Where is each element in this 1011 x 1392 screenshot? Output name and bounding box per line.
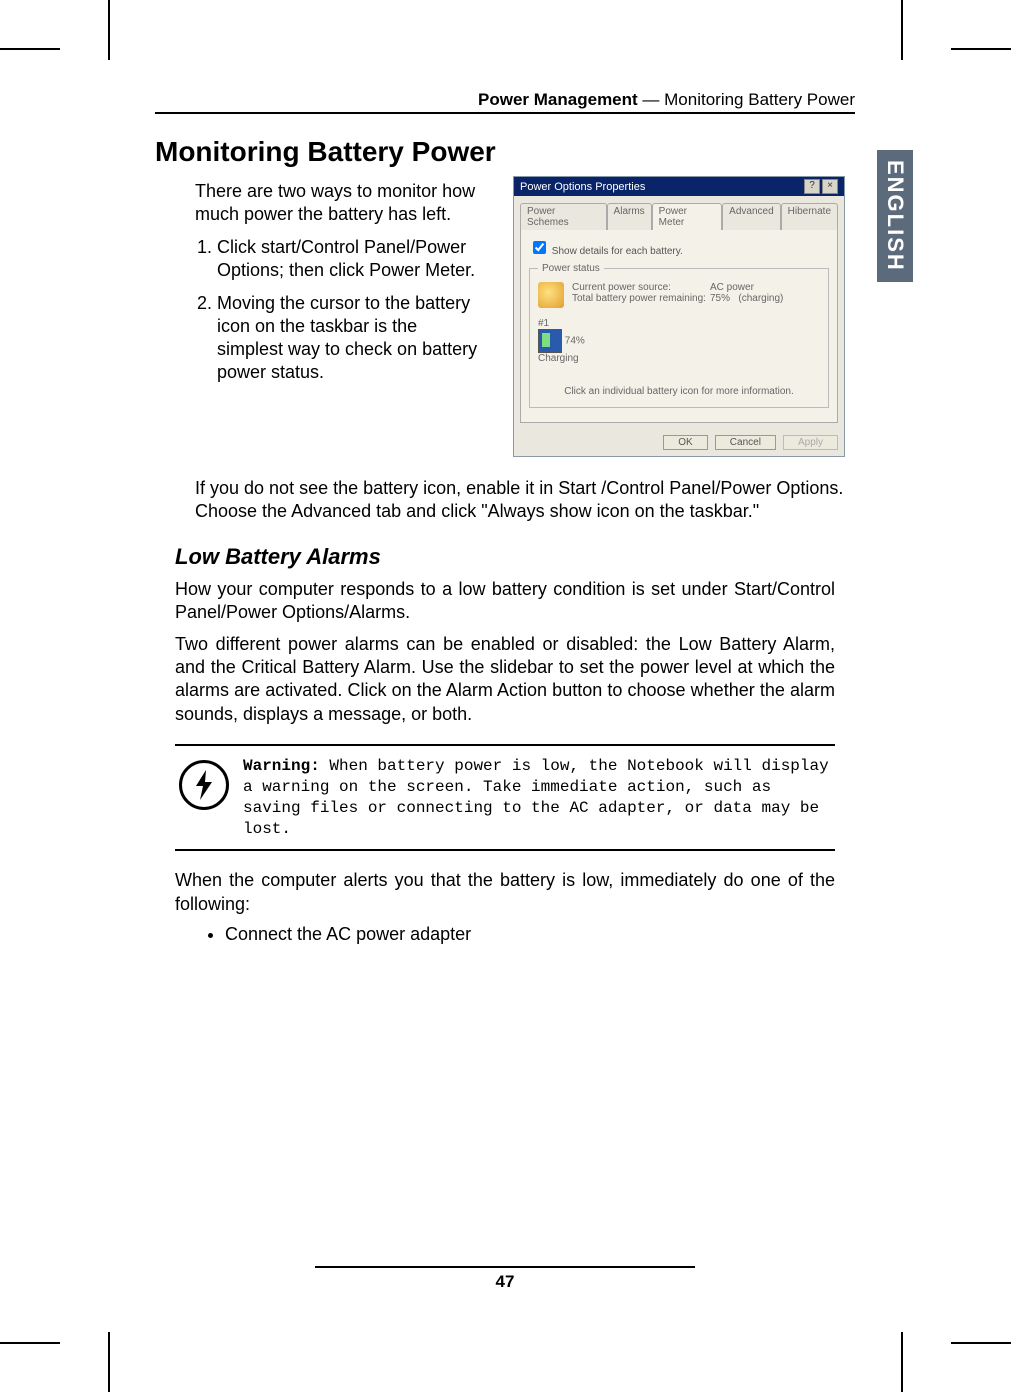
close-icon[interactable]: × (822, 179, 838, 194)
lightning-icon (179, 760, 229, 810)
dialog-body: Show details for each battery. Power sta… (520, 229, 838, 423)
tab-power-schemes[interactable]: Power Schemes (520, 203, 607, 230)
language-tab: ENGLISH (877, 150, 913, 282)
tab-hibernate[interactable]: Hibernate (781, 203, 838, 230)
page-number: 47 (155, 1272, 855, 1292)
step-1: Click start/Control Panel/Power Options;… (217, 236, 485, 282)
step-2: Moving the cursor to the battery icon on… (217, 292, 485, 384)
after-screenshot-note: If you do not see the battery icon, enab… (195, 477, 855, 524)
help-icon[interactable]: ? (804, 179, 820, 194)
show-details-label: Show details for each battery. (552, 246, 683, 257)
power-source-label: Current power source: (572, 282, 671, 293)
apply-button[interactable]: Apply (783, 435, 838, 450)
header-rest: — Monitoring Battery Power (638, 90, 855, 109)
tab-advanced[interactable]: Advanced (722, 203, 780, 230)
battery-percent: 74% (565, 336, 585, 347)
page-header: Power Management — Monitoring Battery Po… (155, 90, 855, 114)
warning-box: Warning: When battery power is low, the … (175, 744, 835, 851)
battery-number: #1 (538, 318, 820, 329)
dialog-title: Power Options Properties (520, 181, 645, 193)
plug-icon (538, 282, 564, 308)
power-source-value: AC power (710, 282, 820, 293)
ok-button[interactable]: OK (663, 435, 707, 450)
paragraph-2: Two different power alarms can be enable… (175, 633, 835, 727)
intro-text: There are two ways to monitor how much p… (195, 180, 485, 226)
cancel-button[interactable]: Cancel (715, 435, 776, 450)
page-title: Monitoring Battery Power (155, 136, 855, 168)
warning-label: Warning: (243, 757, 320, 775)
show-details-input[interactable] (533, 241, 546, 254)
bullet-1: Connect the AC power adapter (225, 924, 855, 945)
power-status-legend: Power status (538, 263, 604, 274)
power-options-screenshot: Power Options Properties ? × Power Schem… (513, 176, 845, 457)
power-status-group: Power status Current power source: AC po… (529, 263, 829, 408)
battery-icon[interactable] (538, 329, 562, 353)
after-warning-text: When the computer alerts you that the ba… (175, 869, 835, 916)
dialog-tabs: Power Schemes Alarms Power Meter Advance… (514, 196, 844, 229)
power-remaining-label: Total battery power remaining: (572, 293, 706, 304)
battery-state: Charging (538, 353, 820, 364)
paragraph-1: How your computer responds to a low batt… (175, 578, 835, 625)
warning-body: When battery power is low, the Notebook … (243, 757, 829, 837)
intro-block: There are two ways to monitor how much p… (195, 176, 485, 457)
power-remaining-extra: (charging) (738, 293, 783, 304)
warning-text: Warning: When battery power is low, the … (243, 756, 831, 839)
show-details-checkbox[interactable]: Show details for each battery. (529, 246, 683, 257)
click-battery-note: Click an individual battery icon for mor… (538, 386, 820, 397)
tab-power-meter[interactable]: Power Meter (652, 203, 722, 230)
power-remaining-value: 75% (710, 293, 730, 304)
dialog-titlebar: Power Options Properties ? × (514, 177, 844, 196)
page-footer: 47 (155, 1266, 855, 1292)
header-bold: Power Management (478, 90, 638, 109)
tab-alarms[interactable]: Alarms (607, 203, 652, 230)
section-heading: Low Battery Alarms (175, 544, 855, 570)
